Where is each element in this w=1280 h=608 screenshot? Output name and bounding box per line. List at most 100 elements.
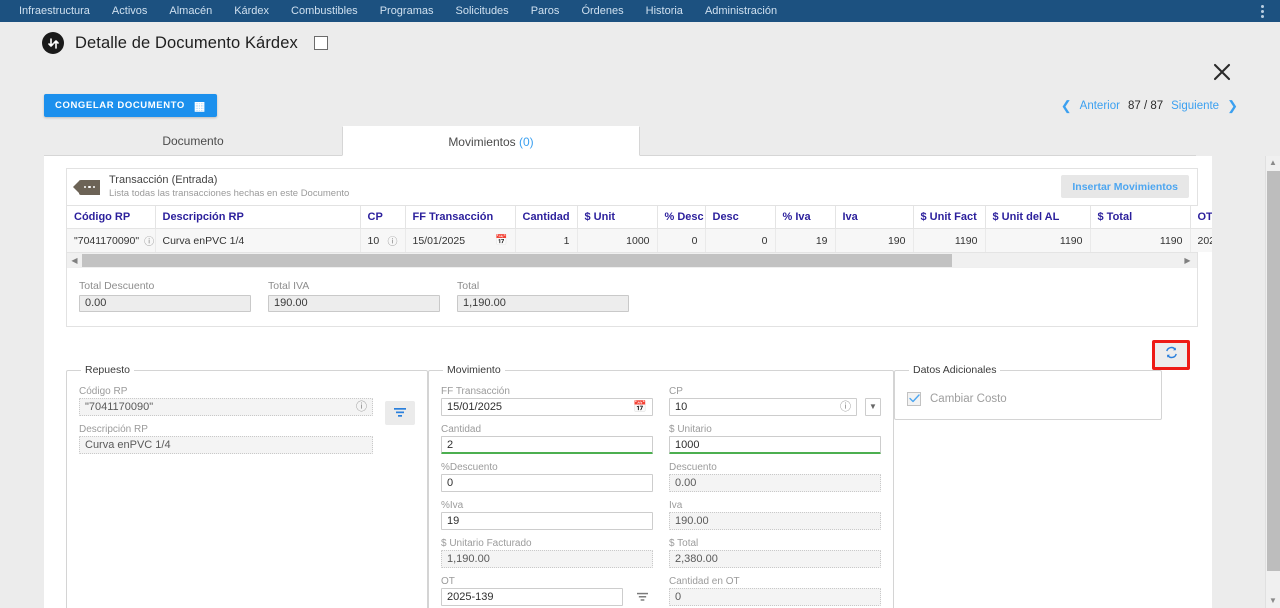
repuesto-descripcion-rp-input[interactable]: Curva enPVC 1/4 — [79, 436, 373, 454]
cell-cp[interactable]: 10 ⓘ — [360, 228, 406, 252]
nav-item-administracion[interactable]: Administración — [694, 0, 788, 22]
calendar-icon[interactable]: 📅 — [495, 235, 507, 246]
info-circle-icon[interactable]: ⓘ — [388, 233, 398, 248]
col-cantidad[interactable]: Cantidad — [515, 206, 578, 229]
repuesto-filter-button[interactable] — [385, 401, 415, 425]
nav-item-kardex[interactable]: Kárdex — [223, 0, 280, 22]
nav-item-solicitudes[interactable]: Solicitudes — [444, 0, 519, 22]
nav-item-combustibles[interactable]: Combustibles — [280, 0, 369, 22]
cell-unit-del-al[interactable]: 1190 — [985, 228, 1091, 252]
col-desc[interactable]: Desc — [705, 206, 776, 229]
info-circle-icon[interactable]: ⓘ — [840, 399, 851, 415]
info-circle-icon[interactable]: ⓘ — [356, 399, 367, 415]
next-record-link[interactable]: Siguiente — [1171, 100, 1219, 112]
col-codigo-rp[interactable]: Código RP — [67, 206, 156, 229]
calendar-icon[interactable]: 📅 — [633, 399, 647, 415]
cell-cantidad[interactable]: 1 — [515, 228, 578, 252]
transaction-table: Código RP Descripción RP CP FF Transacci… — [67, 206, 1212, 252]
chevron-left-icon[interactable]: ❮ — [1061, 98, 1072, 114]
nav-item-historia[interactable]: Historia — [635, 0, 694, 22]
cantidad-input[interactable]: 2 — [441, 436, 653, 454]
col-unit-fact[interactable]: $ Unit Fact — [913, 206, 986, 229]
cell-desc[interactable]: 0 — [705, 228, 776, 252]
congelar-documento-button[interactable]: CONGELAR DOCUMENTO ▦ — [44, 94, 217, 117]
pct-iva-value: 19 — [447, 515, 460, 527]
col-pct-iva[interactable]: % Iva — [775, 206, 836, 229]
repuesto-descripcion-rp-label: Descripción RP — [79, 424, 148, 435]
vscroll-thumb[interactable] — [1267, 171, 1280, 571]
nav-item-programas[interactable]: Programas — [369, 0, 445, 22]
pct-descuento-value: 0 — [447, 477, 454, 489]
insertar-movimientos-button[interactable]: Insertar Movimientos — [1061, 175, 1189, 198]
ot-field: OT 2025-139 — [441, 576, 653, 606]
movimiento-legend: Movimiento — [447, 364, 501, 376]
unitario-label: $ Unitario — [669, 424, 712, 435]
unitario-input[interactable]: 1000 — [669, 436, 881, 454]
unitario-facturado-label: $ Unitario Facturado — [441, 538, 532, 549]
tab-movimientos[interactable]: Movimientos (0) — [342, 126, 640, 156]
col-ot[interactable]: OT — [1190, 206, 1212, 229]
nav-item-infraestructura[interactable]: Infraestructura — [8, 0, 101, 22]
ot-filter-button[interactable] — [631, 588, 653, 606]
kebab-menu-icon[interactable] — [1254, 2, 1270, 20]
cantidad-en-ot-value: 0 — [675, 591, 682, 603]
total-field: $ Total 2,380.00 — [669, 538, 881, 568]
cell-unit[interactable]: 1000 — [577, 228, 658, 252]
col-pct-desc[interactable]: % Desc — [657, 206, 706, 229]
col-unit[interactable]: $ Unit — [577, 206, 658, 229]
unitario-facturado-input: 1,190.00 — [441, 550, 653, 568]
pct-iva-input[interactable]: 19 — [441, 512, 653, 530]
scroll-left-arrow-icon[interactable]: ◀ — [67, 256, 82, 265]
ot-input[interactable]: 2025-139 — [441, 588, 623, 606]
descuento-label: Descuento — [669, 462, 717, 473]
col-descripcion-rp[interactable]: Descripción RP — [155, 206, 361, 229]
col-ff-transaccion[interactable]: FF Transacción — [405, 206, 516, 229]
cell-iva[interactable]: 190 — [835, 228, 914, 252]
nav-item-activos[interactable]: Activos — [101, 0, 158, 22]
movimiento-fieldset: Movimiento FF Transacción 15/01/2025 📅 C… — [428, 364, 894, 608]
cp-input[interactable]: 10 ⓘ — [669, 398, 857, 416]
col-total[interactable]: $ Total — [1090, 206, 1191, 229]
col-iva[interactable]: Iva — [835, 206, 914, 229]
col-cp[interactable]: CP — [360, 206, 406, 229]
unitario-field: $ Unitario 1000 — [669, 424, 881, 454]
info-circle-icon[interactable]: ⓘ — [144, 233, 154, 248]
pct-iva-label: %Iva — [441, 500, 464, 511]
page-vertical-scrollbar[interactable]: ▲ ▼ — [1265, 156, 1280, 608]
cell-total[interactable]: 1190 — [1090, 228, 1191, 252]
nav-item-paros[interactable]: Paros — [520, 0, 571, 22]
hscroll-track[interactable] — [82, 253, 1197, 268]
descuento-input: 0.00 — [669, 474, 881, 492]
scroll-up-arrow-icon[interactable]: ▲ — [1266, 156, 1280, 170]
scroll-right-arrow-icon[interactable]: ▶ — [1180, 256, 1195, 265]
cell-pct-desc[interactable]: 0 — [657, 228, 706, 252]
dialog-body: Transacción (Entrada) Lista todas las tr… — [44, 156, 1212, 608]
chevron-right-icon[interactable]: ❯ — [1227, 98, 1238, 114]
cell-unit-fact[interactable]: 1190 — [913, 228, 986, 252]
prev-record-link[interactable]: Anterior — [1080, 100, 1120, 112]
cambiar-costo-checkbox[interactable] — [907, 392, 921, 406]
table-row[interactable]: "7041170090" ⓘ Curva enPVC 1/4 10 ⓘ 15/0… — [67, 228, 1212, 252]
scroll-down-arrow-icon[interactable]: ▼ — [1266, 594, 1280, 608]
repuesto-codigo-rp-input[interactable]: "7041170090" ⓘ — [79, 398, 373, 416]
table-horizontal-scrollbar[interactable]: ◀ ▶ — [67, 252, 1197, 267]
cell-codigo-rp[interactable]: "7041170090" ⓘ — [67, 228, 156, 252]
nav-item-almacen[interactable]: Almacén — [158, 0, 223, 22]
cell-ff-transaccion[interactable]: 15/01/2025 📅 — [405, 228, 516, 252]
hscroll-thumb[interactable] — [82, 253, 952, 267]
dialog-header: Detalle de Documento Kárdex — [0, 22, 1280, 64]
col-unit-del-al[interactable]: $ Unit del AL — [985, 206, 1091, 229]
cell-ot[interactable]: 2025-13 — [1190, 228, 1212, 252]
descuento-value: 0.00 — [675, 477, 697, 489]
pct-descuento-input[interactable]: 0 — [441, 474, 653, 492]
cell-pct-iva[interactable]: 19 — [775, 228, 836, 252]
cp-dropdown-button[interactable]: ▼ — [865, 398, 881, 416]
title-checkbox[interactable] — [313, 36, 328, 50]
nav-item-ordenes[interactable]: Órdenes — [570, 0, 634, 22]
ff-transaccion-input[interactable]: 15/01/2025 📅 — [441, 398, 653, 416]
tab-documento[interactable]: Documento — [44, 126, 342, 155]
top-navigation-bar: Infraestructura Activos Almacén Kárdex C… — [0, 0, 1280, 22]
table-header-row: Código RP Descripción RP CP FF Transacci… — [67, 206, 1212, 229]
cell-descripcion-rp[interactable]: Curva enPVC 1/4 — [155, 228, 361, 252]
close-icon[interactable] — [1209, 59, 1235, 85]
